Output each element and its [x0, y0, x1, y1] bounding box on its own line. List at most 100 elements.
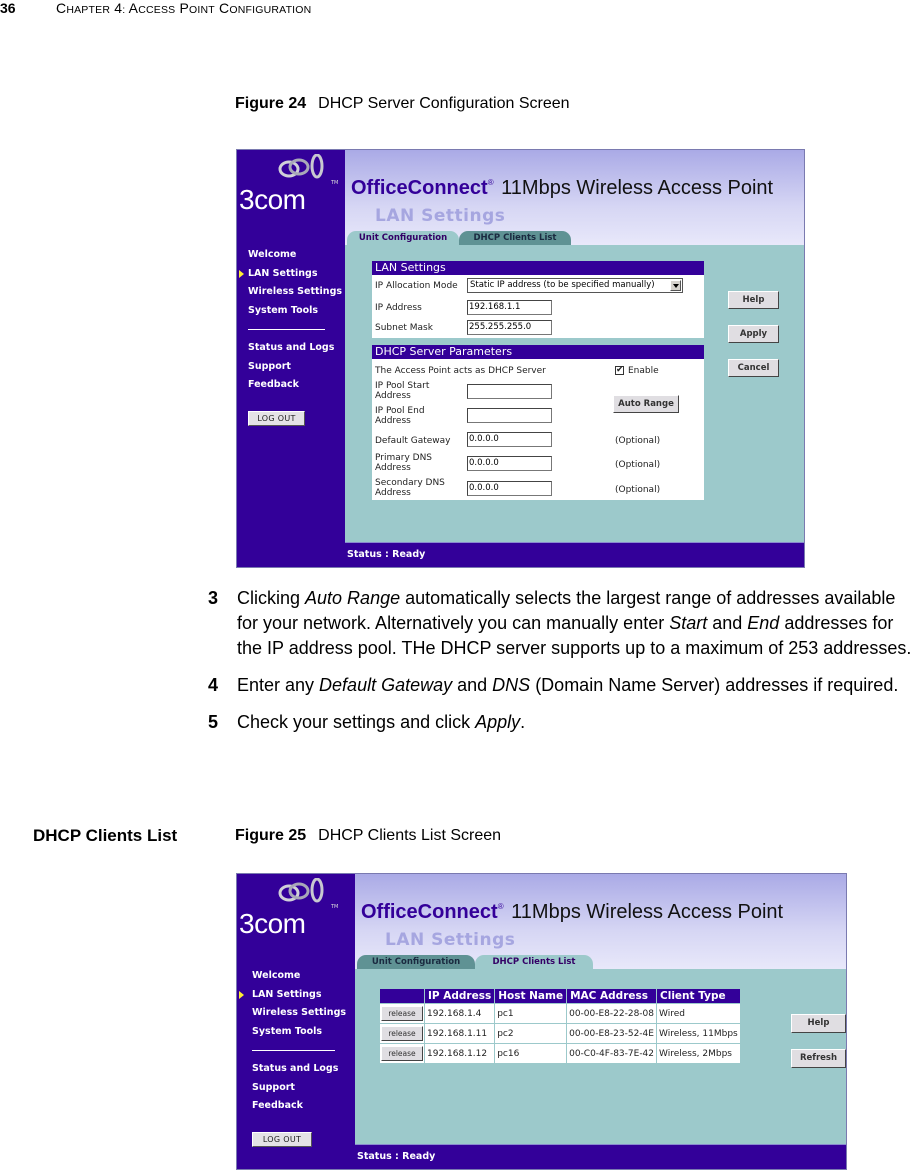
table-header-row: IP Address Host Name MAC Address Client … — [380, 989, 740, 1003]
pool-start-input[interactable] — [467, 384, 552, 399]
table-row: release 192.168.1.4 pc1 00-00-E8-22-28-0… — [380, 1004, 740, 1023]
ip-allocation-value: Static IP address (to be specified manua… — [470, 280, 655, 290]
product-name: 11Mbps Wireless Access Point — [505, 901, 784, 923]
tab-dhcp-clients-list[interactable]: DHCP Clients List — [475, 955, 593, 969]
figure-25-caption: Figure 25 DHCP Clients List Screen — [235, 827, 501, 845]
sidebar-item-lan-settings[interactable]: LAN Settings — [237, 265, 345, 284]
status-bar: Status : Ready — [345, 543, 804, 567]
sidebar-item-support[interactable]: Support — [237, 358, 345, 377]
step-number: 4 — [208, 675, 219, 695]
sidebar-item-feedback[interactable]: Feedback — [237, 1097, 355, 1116]
brand-name: OfficeConnect — [361, 901, 498, 923]
logo-rings-icon — [278, 154, 324, 179]
action-cell: release — [380, 1004, 424, 1023]
logo-tm: TM — [331, 180, 339, 186]
sidebar-nav: Welcome LAN Settings Wireless Settings S… — [237, 246, 345, 395]
host-name-cell: pc16 — [495, 1044, 567, 1063]
table-row: release 192.168.1.11 pc2 00-00-E8-23-52-… — [380, 1024, 740, 1043]
tab-unit-configuration[interactable]: Unit Configuration — [357, 955, 475, 969]
primary-dns-optional-label: (Optional) — [615, 460, 661, 470]
page-heading: LAN Settings — [385, 930, 516, 950]
ip-address-cell: 192.168.1.11 — [425, 1024, 495, 1043]
column-header-host-name: Host Name — [495, 989, 567, 1003]
sidebar-divider — [248, 329, 325, 330]
sidebar-item-status-and-logs[interactable]: Status and Logs — [237, 339, 345, 358]
client-type-cell: Wireless, 11Mbps — [657, 1024, 740, 1043]
release-button[interactable]: release — [381, 1046, 423, 1061]
dhcp-server-screenshot: TM 3COM Welcome LAN Settings Wireless Se… — [236, 149, 805, 568]
brand-name: OfficeConnect — [351, 177, 488, 199]
ip-allocation-select[interactable]: Static IP address (to be specified manua… — [467, 278, 683, 293]
default-gateway-label: Default Gateway — [375, 436, 451, 446]
subnet-mask-input[interactable]: 255.255.255.0 — [467, 320, 552, 335]
tab-unit-configuration[interactable]: Unit Configuration — [347, 231, 459, 245]
sidebar-item-system-tools[interactable]: System Tools — [237, 1023, 355, 1042]
figure-24-label: Figure 24 — [235, 95, 307, 112]
apply-button[interactable]: Apply — [728, 325, 779, 343]
gateway-optional-label: (Optional) — [615, 436, 661, 446]
product-title: OfficeConnect® 11Mbps Wireless Access Po… — [361, 901, 783, 924]
tab-dhcp-clients-list[interactable]: DHCP Clients List — [459, 231, 571, 245]
help-button[interactable]: Help — [791, 1014, 846, 1033]
ip-address-label: IP Address — [375, 303, 422, 313]
release-button[interactable]: release — [381, 1026, 423, 1041]
sidebar-item-welcome[interactable]: Welcome — [237, 246, 345, 265]
step-5: 5 Check your settings and click Apply. — [208, 710, 913, 735]
page-heading: LAN Settings — [375, 206, 506, 226]
acts-as-dhcp-label: The Access Point acts as DHCP Server — [375, 366, 546, 376]
3com-logo: TM 3COM — [237, 874, 345, 940]
figure-25-title: DHCP Clients List Screen — [318, 827, 502, 844]
sidebar-item-status-and-logs[interactable]: Status and Logs — [237, 1060, 355, 1079]
enable-checkbox[interactable]: ✔ — [615, 366, 624, 375]
product-title: OfficeConnect® 11Mbps Wireless Access Po… — [351, 177, 773, 200]
tab-bar: Unit Configuration DHCP Clients List — [345, 231, 804, 245]
sidebar-item-wireless-settings[interactable]: Wireless Settings — [237, 1004, 355, 1023]
ip-allocation-label: IP Allocation Mode — [375, 281, 458, 291]
default-gateway-input[interactable]: 0.0.0.0 — [467, 432, 552, 447]
dhcp-server-panel: DHCP Server Parameters The Access Point … — [372, 345, 704, 500]
lan-settings-panel: LAN Settings IP Allocation Mode Static I… — [372, 261, 704, 338]
release-button[interactable]: release — [381, 1006, 423, 1021]
pool-end-input[interactable] — [467, 408, 552, 423]
ip-address-cell: 192.168.1.4 — [425, 1004, 495, 1023]
refresh-button[interactable]: Refresh — [791, 1049, 846, 1068]
sidebar-item-support[interactable]: Support — [237, 1079, 355, 1098]
pool-end-label: IP Pool End Address — [375, 406, 425, 426]
step-number: 3 — [208, 588, 219, 608]
sidebar-item-system-tools[interactable]: System Tools — [237, 302, 345, 321]
step-3: 3 Clicking Auto Range automatically sele… — [208, 586, 913, 661]
sidebar-item-wireless-settings[interactable]: Wireless Settings — [237, 283, 345, 302]
host-name-cell: pc1 — [495, 1004, 567, 1023]
tab-bar: Unit Configuration DHCP Clients List — [355, 955, 846, 969]
sidebar-item-lan-settings[interactable]: LAN Settings — [237, 986, 355, 1005]
logo-tm: TM — [331, 904, 339, 910]
auto-range-button[interactable]: Auto Range — [613, 395, 679, 413]
primary-dns-input[interactable]: 0.0.0.0 — [467, 456, 552, 471]
logout-button[interactable]: LOG OUT — [248, 411, 305, 426]
registered-mark: ® — [497, 902, 504, 911]
product-name: 11Mbps Wireless Access Point — [495, 177, 774, 199]
mac-address-cell: 00-00-E8-23-52-4E — [567, 1024, 657, 1043]
cancel-button[interactable]: Cancel — [728, 359, 779, 377]
client-type-cell: Wireless, 2Mbps — [657, 1044, 740, 1063]
chapter-title: CHAPTER 4: ACCESS POINT CONFIGURATION — [56, 0, 311, 16]
step-number: 5 — [208, 712, 219, 732]
enable-label: Enable — [628, 366, 659, 376]
sidebar-divider — [252, 1050, 335, 1051]
ip-address-input[interactable]: 192.168.1.1 — [467, 300, 552, 315]
chevron-down-icon[interactable] — [670, 280, 681, 291]
help-button[interactable]: Help — [728, 291, 779, 309]
logout-button[interactable]: LOG OUT — [252, 1132, 312, 1147]
column-header-ip-address: IP Address — [425, 989, 495, 1003]
logo-rings-icon — [278, 878, 324, 903]
secondary-dns-optional-label: (Optional) — [615, 485, 661, 495]
step-text: Clicking Auto Range automatically select… — [237, 588, 912, 658]
dhcp-clients-table: IP Address Host Name MAC Address Client … — [379, 988, 741, 1064]
secondary-dns-input[interactable]: 0.0.0.0 — [467, 481, 552, 496]
3com-logo: TM 3COM — [237, 150, 345, 216]
sidebar-item-feedback[interactable]: Feedback — [237, 376, 345, 395]
sidebar-item-welcome[interactable]: Welcome — [237, 967, 355, 986]
primary-dns-label: Primary DNS Address — [375, 453, 433, 473]
dhcp-clients-screenshot: TM 3COM Welcome LAN Settings Wireless Se… — [236, 873, 847, 1170]
figure-24-title: DHCP Server Configuration Screen — [318, 95, 570, 112]
